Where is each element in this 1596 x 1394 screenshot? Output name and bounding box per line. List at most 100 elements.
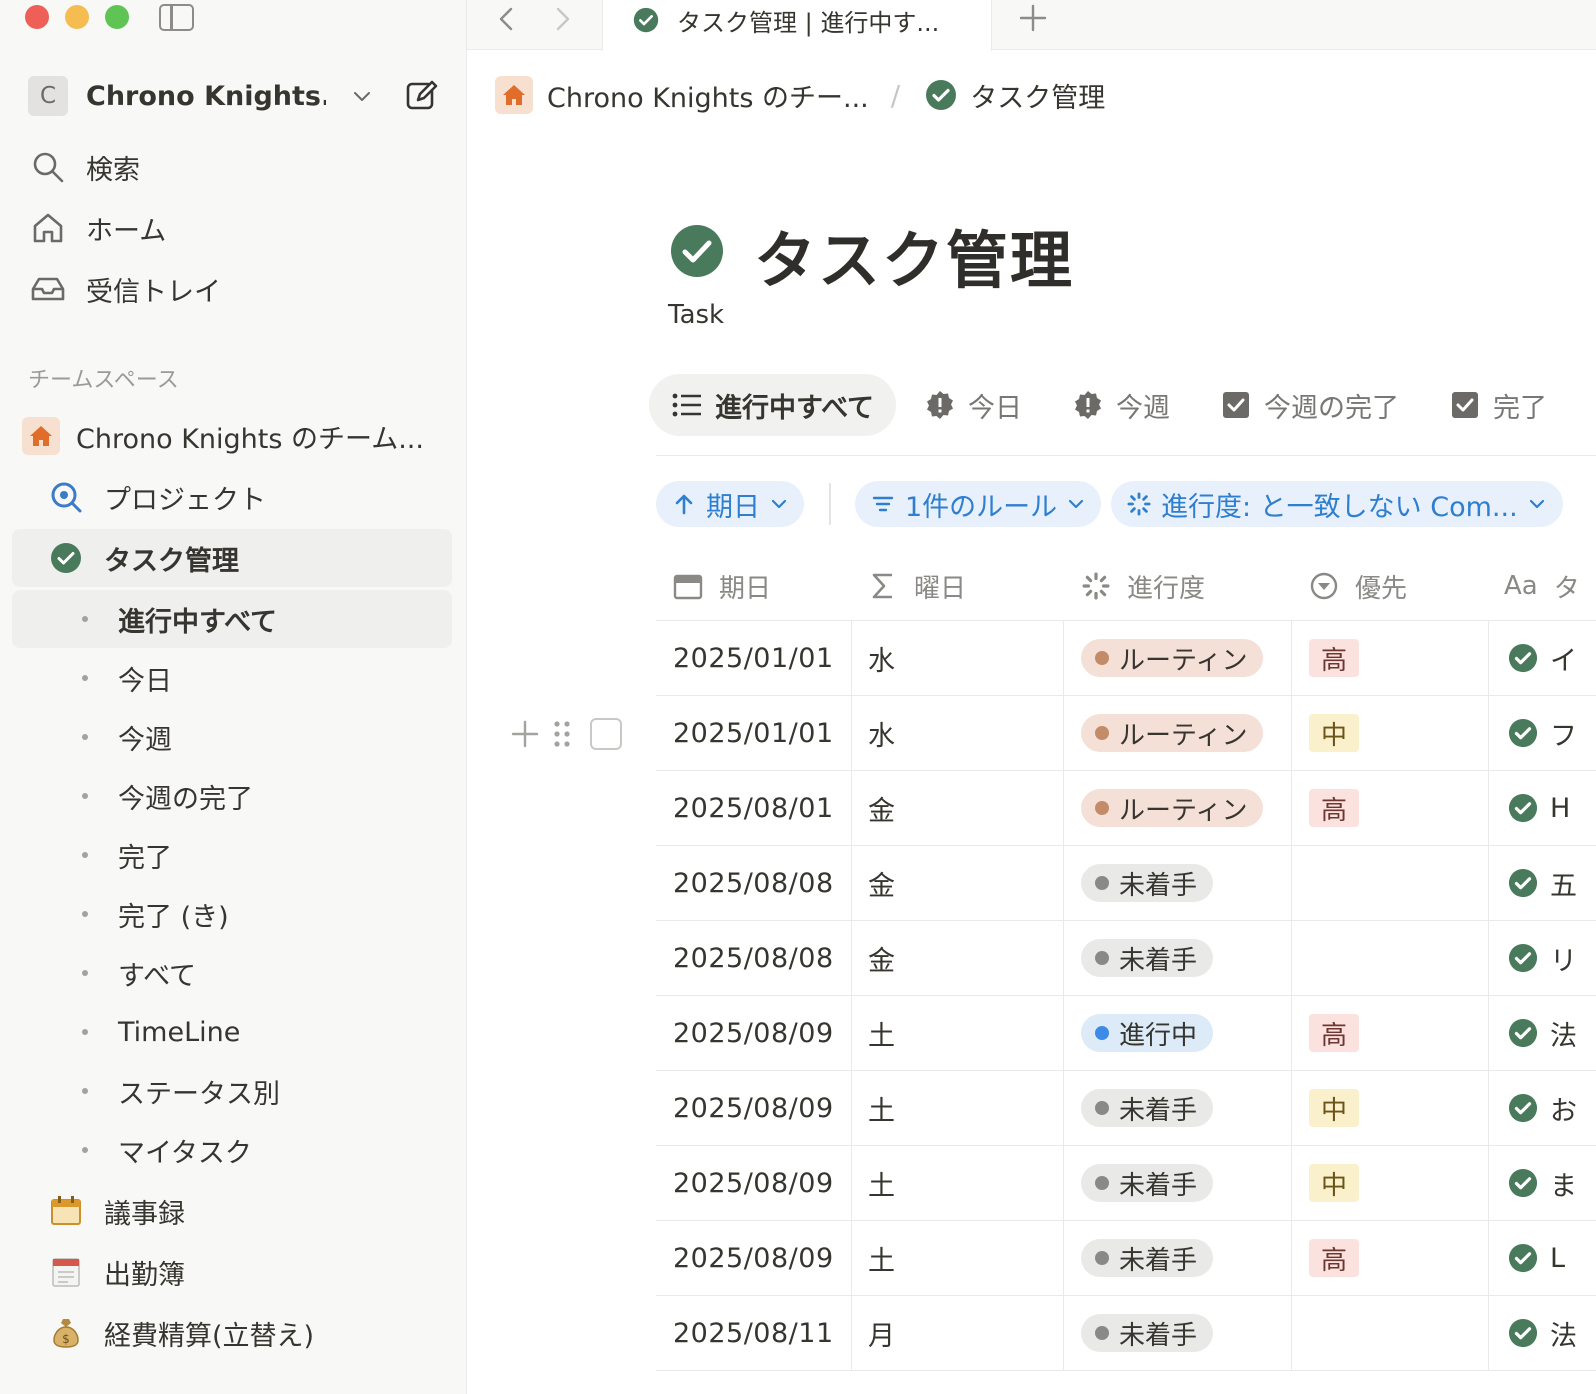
column-header-status[interactable]: 進行度 xyxy=(1081,564,1205,608)
task-title-cell[interactable]: ま xyxy=(1508,1146,1577,1220)
date-cell[interactable]: 2025/08/08 xyxy=(673,846,834,920)
sidebar-view-all[interactable]: すべて xyxy=(12,944,452,1002)
drag-handle-icon[interactable] xyxy=(552,719,572,749)
date-cell[interactable]: 2025/01/01 xyxy=(673,696,834,770)
breadcrumb-page[interactable]: タスク管理 xyxy=(970,76,1105,115)
date-cell[interactable]: 2025/01/01 xyxy=(673,621,834,695)
status-cell[interactable]: 未着手 xyxy=(1081,1146,1214,1220)
priority-cell[interactable]: 中 xyxy=(1309,1071,1360,1145)
weekday-cell[interactable]: 金 xyxy=(868,921,895,995)
page-check-circle-icon[interactable] xyxy=(670,224,724,278)
house-icon[interactable] xyxy=(495,76,533,114)
task-title-cell[interactable]: フ xyxy=(1508,696,1577,770)
task-title-cell[interactable]: H xyxy=(1508,771,1570,845)
weekday-cell[interactable]: 金 xyxy=(868,846,895,920)
task-title-cell[interactable]: お xyxy=(1508,1071,1577,1145)
status-cell[interactable]: 未着手 xyxy=(1081,846,1214,920)
sidebar-item-minutes[interactable]: 議事録 xyxy=(46,1182,452,1240)
sidebar-view-in-progress[interactable]: 進行中すべて xyxy=(12,590,452,648)
priority-cell[interactable]: 高 xyxy=(1309,1221,1360,1295)
minimize-window-button[interactable] xyxy=(65,5,89,29)
weekday-cell[interactable]: 水 xyxy=(868,696,895,770)
table-row[interactable]: 2025/08/08 金 未着手 リ xyxy=(656,921,1596,996)
date-cell[interactable]: 2025/08/09 xyxy=(673,996,834,1070)
tab-week-done[interactable]: 今週の完了 xyxy=(1198,374,1421,436)
status-cell[interactable]: ルーティン xyxy=(1081,771,1264,845)
table-row[interactable]: 2025/08/08 金 未着手 五 xyxy=(656,846,1596,921)
sort-chip[interactable]: 期日 xyxy=(656,481,804,527)
column-header-day[interactable]: 曜日 xyxy=(868,564,966,608)
sidebar-view-today[interactable]: 今日 xyxy=(12,649,452,707)
tab-today[interactable]: 今日 xyxy=(902,374,1044,436)
sidebar-item-attendance[interactable]: 出勤簿 xyxy=(46,1243,452,1301)
weekday-cell[interactable]: 金 xyxy=(868,771,895,845)
priority-cell[interactable]: 高 xyxy=(1309,621,1360,695)
zoom-window-button[interactable] xyxy=(105,5,129,29)
date-cell[interactable]: 2025/08/08 xyxy=(673,921,834,995)
sidebar-view-timeline[interactable]: TimeLine xyxy=(12,1003,452,1061)
breadcrumb-team[interactable]: Chrono Knights のチー... xyxy=(547,76,869,115)
status-cell[interactable]: 進行中 xyxy=(1081,996,1214,1070)
column-header-date[interactable]: 期日 xyxy=(673,564,771,608)
weekday-cell[interactable]: 土 xyxy=(868,996,895,1070)
sidebar-view-by-status[interactable]: ステータス別 xyxy=(12,1062,452,1120)
sidebar-item-task[interactable]: タスク管理 xyxy=(12,529,452,587)
priority-cell[interactable]: 中 xyxy=(1309,696,1360,770)
table-row[interactable]: 2025/08/09 土 未着手 高 L xyxy=(656,1221,1596,1296)
weekday-cell[interactable]: 土 xyxy=(868,1221,895,1295)
sidebar-item-teamspace[interactable]: Chrono Knights のチーム... xyxy=(22,407,462,465)
date-cell[interactable]: 2025/08/09 xyxy=(673,1146,834,1220)
forward-arrow-icon[interactable] xyxy=(547,4,577,34)
sidebar-view-my-tasks[interactable]: マイタスク xyxy=(12,1121,452,1179)
tab-done[interactable]: 完了 xyxy=(1427,374,1569,436)
sidebar-item-project[interactable]: プロジェクト xyxy=(46,468,452,526)
task-title-cell[interactable]: 五 xyxy=(1508,846,1577,920)
weekday-cell[interactable]: 土 xyxy=(868,1071,895,1145)
table-row[interactable]: 2025/01/01 水 ルーティン 高 イ xyxy=(656,621,1596,696)
date-cell[interactable]: 2025/08/09 xyxy=(673,1071,834,1145)
back-arrow-icon[interactable] xyxy=(492,4,522,34)
task-title-cell[interactable]: 法 xyxy=(1508,1296,1577,1370)
sidebar-view-done-ki[interactable]: 完了 (き) xyxy=(12,885,452,943)
rules-chip[interactable]: 1件のルール xyxy=(855,481,1102,527)
sidebar-home[interactable]: ホーム xyxy=(28,206,166,250)
close-window-button[interactable] xyxy=(25,5,49,29)
task-title-cell[interactable]: リ xyxy=(1508,921,1577,995)
plus-icon[interactable] xyxy=(1017,2,1049,34)
table-row[interactable]: 2025/08/11 月 未着手 法 xyxy=(656,1296,1596,1371)
table-row[interactable]: 2025/08/09 土 未着手 中 お xyxy=(656,1071,1596,1146)
plus-icon[interactable] xyxy=(510,719,540,749)
progress-filter-chip[interactable]: 進行度: と一致しない Com... xyxy=(1111,481,1563,527)
priority-cell[interactable]: 高 xyxy=(1309,996,1360,1070)
tab-this-week[interactable]: 今週 xyxy=(1050,374,1192,436)
sidebar-view-done[interactable]: 完了 xyxy=(12,826,452,884)
table-row[interactable]: 2025/08/01 金 ルーティン 高 H xyxy=(656,771,1596,846)
chevron-down-icon[interactable] xyxy=(350,84,374,108)
sidebar-view-this-week[interactable]: 今週 xyxy=(12,708,452,766)
new-page-icon[interactable] xyxy=(404,78,440,114)
status-cell[interactable]: 未着手 xyxy=(1081,921,1214,995)
workspace-switcher[interactable]: C Chrono Knights... xyxy=(28,74,443,118)
sidebar-inbox[interactable]: 受信トレイ xyxy=(28,267,221,311)
sidebar-item-expenses[interactable]: $ 経費精算(立替え) xyxy=(46,1304,452,1362)
task-title-cell[interactable]: 法 xyxy=(1508,996,1577,1070)
column-header-priority[interactable]: 優先 xyxy=(1309,564,1407,608)
column-header-task[interactable]: Aa タ xyxy=(1504,564,1580,608)
status-cell[interactable]: 未着手 xyxy=(1081,1296,1214,1370)
sidebar-toggle-icon[interactable] xyxy=(159,4,194,31)
priority-cell[interactable]: 高 xyxy=(1309,771,1360,845)
task-title-cell[interactable]: L xyxy=(1508,1221,1565,1295)
table-row[interactable]: 2025/08/09 土 進行中 高 法 xyxy=(656,996,1596,1071)
status-cell[interactable]: ルーティン xyxy=(1081,621,1264,695)
status-cell[interactable]: 未着手 xyxy=(1081,1071,1214,1145)
page-title[interactable]: タスク管理 xyxy=(754,210,1074,300)
weekday-cell[interactable]: 土 xyxy=(868,1146,895,1220)
date-cell[interactable]: 2025/08/01 xyxy=(673,771,834,845)
status-cell[interactable]: 未着手 xyxy=(1081,1221,1214,1295)
sidebar-search[interactable]: 検索 xyxy=(28,145,140,189)
date-cell[interactable]: 2025/08/09 xyxy=(673,1221,834,1295)
row-select-checkbox[interactable] xyxy=(590,718,622,750)
weekday-cell[interactable]: 水 xyxy=(868,621,895,695)
page-description[interactable]: Task xyxy=(668,300,724,330)
table-row[interactable]: 2025/01/01 水 ルーティン 中 フ xyxy=(656,696,1596,771)
